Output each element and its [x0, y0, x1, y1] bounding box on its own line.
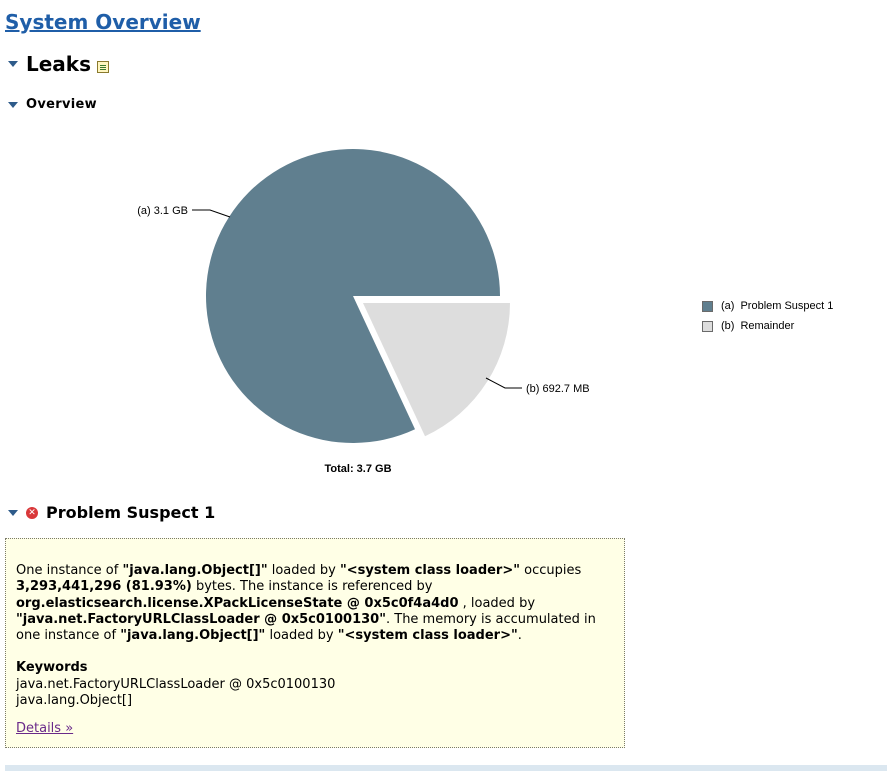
leaks-title: Leaks	[26, 52, 92, 76]
keyword-item: java.lang.Object[]	[16, 693, 133, 709]
details-link[interactable]: Details »	[16, 721, 73, 737]
collapse-leaks-icon[interactable]	[8, 61, 18, 67]
desc-text: occupies	[520, 563, 582, 578]
collapse-overview-icon[interactable]	[8, 101, 18, 108]
keyword-item: java.net.FactoryURLClassLoader @ 0x5c010…	[16, 676, 336, 692]
overview-title: Overview	[26, 97, 97, 112]
label-leader-b	[485, 377, 522, 389]
legend-key: (b)	[721, 320, 735, 332]
legend-item-b: (b) Remainder	[702, 316, 833, 336]
leaks-section-header: Leaks	[8, 50, 110, 78]
keywords-title: Keywords	[16, 660, 88, 676]
legend-swatch-b	[702, 320, 713, 332]
desc-referrer-loader: "java.net.FactoryURLClassLoader @ 0x5c01…	[16, 611, 386, 627]
suspect-section-header: ✕ Problem Suspect 1	[8, 503, 215, 522]
desc-text: , loaded by	[458, 595, 536, 611]
legend-key: (a)	[721, 300, 735, 312]
pie-label-a: (a) 3.1 GB	[137, 205, 188, 217]
bottom-section-bar	[5, 765, 887, 771]
desc-loader: "<system class loader>"	[340, 563, 521, 578]
desc-size: 3,293,441,296 (81.93%)	[16, 579, 192, 595]
overview-section-header: Overview	[8, 97, 97, 112]
desc-text: One instance of	[16, 563, 123, 578]
desc-text: loaded by	[265, 628, 338, 644]
desc-loader: "<system class loader>"	[337, 628, 518, 644]
page-title[interactable]: System Overview	[5, 9, 201, 35]
desc-referrer: org.elasticsearch.license.XPackLicenseSt…	[16, 595, 459, 611]
desc-text: bytes. The instance is referenced by	[191, 579, 433, 595]
chart-legend: (a) Problem Suspect 1 (b) Remainder	[702, 296, 833, 336]
collapse-suspect-icon[interactable]	[8, 509, 18, 516]
legend-label: Problem Suspect 1	[740, 300, 834, 312]
suspect-description: One instance of "java.lang.Object[]" loa…	[16, 563, 614, 644]
legend-label: Remainder	[740, 320, 795, 332]
suspect-description-box: One instance of "java.lang.Object[]" loa…	[5, 538, 625, 748]
legend-swatch-a	[702, 300, 713, 312]
pie-label-b: (b) 692.7 MB	[526, 383, 590, 395]
label-leader-a	[192, 209, 231, 218]
desc-class-name: "java.lang.Object[]"	[122, 563, 268, 578]
suspect-title: Problem Suspect 1	[46, 503, 216, 522]
desc-text: .	[517, 628, 522, 644]
desc-text: loaded by	[267, 563, 340, 578]
chart-total: Total: 3.7 GB	[324, 463, 391, 475]
desc-class-name: "java.lang.Object[]"	[120, 628, 266, 644]
report-icon[interactable]	[97, 61, 110, 73]
legend-item-a: (a) Problem Suspect 1	[702, 296, 833, 316]
error-icon: ✕	[26, 506, 38, 519]
